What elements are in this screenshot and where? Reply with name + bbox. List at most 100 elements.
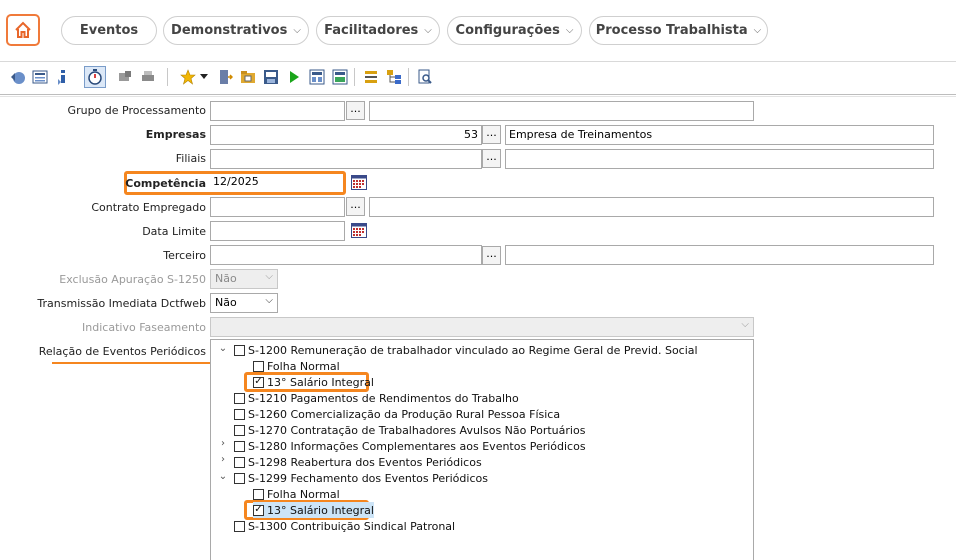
preview-icon[interactable] xyxy=(417,69,433,85)
empresas-name-input[interactable]: Empresa de Treinamentos xyxy=(505,125,934,145)
filiais-name-input[interactable] xyxy=(505,149,934,169)
checkbox[interactable] xyxy=(234,344,245,356)
menu-facilitadores-label: Facilitadores xyxy=(324,23,419,38)
grupo-processamento-label: Grupo de Processamento xyxy=(67,104,206,117)
tree-item-label: S-1280 Informações Complementares aos Ev… xyxy=(248,439,586,453)
terceiro-name-input[interactable] xyxy=(505,245,934,265)
relacao-eventos-underline xyxy=(52,362,210,364)
printer-icon[interactable] xyxy=(140,69,156,85)
info-icon[interactable] xyxy=(55,69,71,85)
caret-down-icon[interactable] xyxy=(200,74,208,80)
filiais-lookup-button[interactable]: ... xyxy=(482,149,501,168)
exit-door-icon[interactable] xyxy=(217,69,233,85)
tree-item-label: 13° Salário Integral xyxy=(267,503,374,517)
filiais-code-input[interactable] xyxy=(210,149,482,169)
transmissao-imediata-label: Transmissão Imediata Dctfweb xyxy=(37,297,206,310)
tree-item-label: 13° Salário Integral xyxy=(267,375,374,389)
checkbox-checked[interactable]: ✓ xyxy=(253,376,264,388)
checkbox[interactable] xyxy=(234,424,245,436)
data-limite-label: Data Limite xyxy=(142,225,206,238)
menu-configuracoes-label: Configurações xyxy=(455,23,560,38)
expand-closed-icon[interactable]: › xyxy=(218,454,228,465)
terceiro-lookup-button[interactable]: ... xyxy=(482,246,501,265)
checkbox[interactable] xyxy=(234,456,245,468)
expand-open-icon[interactable]: ⌄ xyxy=(218,343,228,354)
hierarchy-icon[interactable] xyxy=(386,69,402,85)
eventos-tree[interactable]: ⌄ S-1200 Remuneração de trabalhador vinc… xyxy=(210,339,754,560)
tree-item[interactable]: ✓ 13° Salário Integral xyxy=(253,374,374,390)
tree-item[interactable]: S-1280 Informações Complementares aos Ev… xyxy=(234,438,586,454)
tree-item-label: S-1300 Contribuição Sindical Patronal xyxy=(248,519,456,533)
tree-item[interactable]: S-1260 Comercialização da Produção Rural… xyxy=(234,406,560,422)
menu-facilitadores[interactable]: Facilitadores ⌵ xyxy=(316,16,440,45)
divider xyxy=(0,94,956,95)
chevron-down-icon: ⌵ xyxy=(753,25,762,36)
tree-item[interactable]: S-1299 Fechamento dos Eventos Periódicos xyxy=(234,470,488,486)
checkbox[interactable] xyxy=(234,408,245,420)
tree-item[interactable]: S-1300 Contribuição Sindical Patronal xyxy=(234,518,455,534)
terceiro-code-input[interactable] xyxy=(210,245,482,265)
filiais-label: Filiais xyxy=(175,152,206,165)
grupo-processamento-name-input[interactable] xyxy=(369,101,754,121)
stopwatch-icon xyxy=(88,69,102,85)
data-limite-input[interactable] xyxy=(210,221,345,241)
stopwatch-button[interactable] xyxy=(84,66,106,88)
list-icon[interactable] xyxy=(32,69,48,85)
tree-item[interactable]: S-1210 Pagamentos de Rendimentos do Trab… xyxy=(234,390,519,406)
menu-demonstrativos-label: Demonstrativos xyxy=(171,23,288,38)
expand-closed-icon[interactable]: › xyxy=(218,438,228,449)
calendar-icon[interactable] xyxy=(351,175,367,190)
menu-eventos-label: Eventos xyxy=(79,23,139,38)
menu-demonstrativos[interactable]: Demonstrativos ⌵ xyxy=(163,16,309,45)
tree-item-label: S-1270 Contratação de Trabalhadores Avul… xyxy=(248,423,586,437)
checkbox[interactable] xyxy=(253,488,264,500)
contrato-empregado-name-input[interactable] xyxy=(369,197,934,217)
toolbar-separator xyxy=(354,68,355,86)
back-globe-icon[interactable] xyxy=(10,69,26,85)
checkbox[interactable] xyxy=(234,520,245,532)
empresas-code-input[interactable]: 53 xyxy=(210,125,482,145)
chevron-down-icon: ⌵ xyxy=(741,319,749,330)
tree-item[interactable]: S-1298 Reabertura dos Eventos Periódicos xyxy=(234,454,482,470)
transmissao-imediata-select[interactable]: Não ⌵ xyxy=(210,293,278,313)
favorite-star-icon[interactable] xyxy=(180,69,196,85)
tree-item-label: S-1260 Comercialização da Produção Rural… xyxy=(248,407,561,421)
transmissao-imediata-value: Não xyxy=(215,296,237,309)
grupo-processamento-code-input[interactable] xyxy=(210,101,345,121)
checkbox-checked[interactable]: ✓ xyxy=(253,504,264,516)
export-grid-icon[interactable] xyxy=(332,69,348,85)
calendar-icon[interactable] xyxy=(351,223,367,238)
competencia-input[interactable]: 12/2025 xyxy=(210,174,342,192)
checkbox[interactable] xyxy=(234,392,245,404)
play-icon[interactable] xyxy=(286,69,302,85)
expand-open-icon[interactable]: ⌄ xyxy=(218,471,228,482)
tree-item[interactable]: ✓ 13° Salário Integral xyxy=(253,502,374,518)
menu-processo-trabalhista[interactable]: Processo Trabalhista ⌵ xyxy=(589,16,768,45)
stamp-icon[interactable] xyxy=(117,69,133,85)
competencia-label: Competência xyxy=(125,177,206,190)
contrato-empregado-code-input[interactable] xyxy=(210,197,345,217)
toolbar-separator xyxy=(408,68,409,86)
checkbox[interactable] xyxy=(253,360,264,372)
checkbox[interactable] xyxy=(234,440,245,452)
top-navigation-bar: Eventos Demonstrativos ⌵ Facilitadores ⌵ C… xyxy=(0,0,956,62)
report-grid-icon[interactable] xyxy=(309,69,325,85)
menu-configuracoes[interactable]: Configurações ⌵ xyxy=(447,16,582,45)
indicativo-faseamento-select: ⌵ xyxy=(210,317,754,337)
menu-eventos[interactable]: Eventos xyxy=(61,16,157,45)
empresas-lookup-button[interactable]: ... xyxy=(482,125,501,144)
empresas-label: Empresas xyxy=(145,128,206,141)
tree-item[interactable]: S-1200 Remuneração de trabalhador vincul… xyxy=(234,342,698,358)
checkbox[interactable] xyxy=(234,472,245,484)
chevron-down-icon: ⌵ xyxy=(424,25,432,36)
home-button[interactable] xyxy=(6,14,40,46)
save-grid-icon[interactable] xyxy=(263,69,279,85)
open-folder-icon[interactable] xyxy=(240,69,256,85)
contrato-empregado-lookup-button[interactable]: ... xyxy=(346,197,365,216)
sigma-tree-icon[interactable] xyxy=(363,69,379,85)
tree-item[interactable]: S-1270 Contratação de Trabalhadores Avul… xyxy=(234,422,585,438)
home-icon xyxy=(15,21,31,38)
tree-item-label: Folha Normal xyxy=(267,359,340,373)
grupo-processamento-lookup-button[interactable]: ... xyxy=(346,101,365,120)
tree-item-label: S-1210 Pagamentos de Rendimentos do Trab… xyxy=(248,391,519,405)
